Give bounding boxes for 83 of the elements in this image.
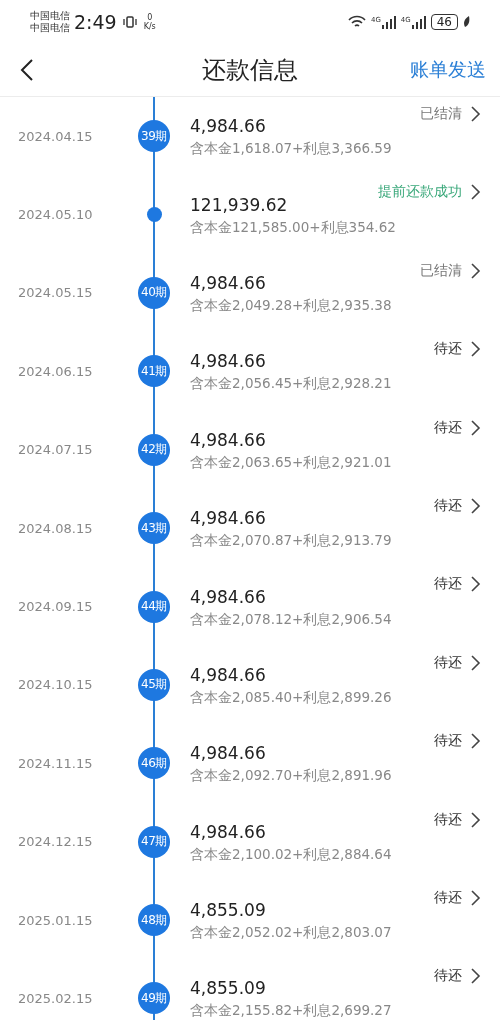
- chevron-icon[interactable]: [470, 732, 482, 751]
- payment-amount: 4,984.66: [190, 585, 266, 609]
- payment-amount: 4,984.66: [190, 350, 266, 374]
- page-title: 还款信息: [201, 55, 299, 86]
- due-date: 2024.04.15: [17, 127, 94, 146]
- payment-status[interactable]: 待还: [434, 496, 462, 515]
- due-date: 2024.05.15: [17, 284, 94, 303]
- due-date: 2024.12.15: [17, 833, 94, 852]
- payment-breakdown: 含本金2,052.02+利息2,803.07: [190, 923, 392, 943]
- payment-breakdown: 含本金2,085.40+利息2,899.26: [190, 687, 392, 707]
- chevron-icon[interactable]: [470, 967, 482, 986]
- payment-status[interactable]: 已结清: [420, 105, 462, 123]
- payment-status[interactable]: 待还: [434, 653, 462, 672]
- payment-status[interactable]: 待还: [434, 340, 462, 359]
- period-badge: 45期: [138, 668, 170, 701]
- chevron-icon[interactable]: [470, 810, 482, 829]
- chevron-icon[interactable]: [470, 340, 482, 359]
- chevron-icon[interactable]: [470, 261, 482, 280]
- due-date: 2024.05.10: [17, 206, 94, 225]
- payment-amount: 4,984.66: [190, 507, 266, 531]
- due-date: 2024.06.15: [17, 362, 94, 381]
- payment-status[interactable]: 待还: [434, 732, 462, 751]
- period-badge: 44期: [138, 590, 170, 623]
- period-badge: 47期: [138, 825, 170, 858]
- speed-unit: K/s: [143, 22, 156, 31]
- payment-amount: 4,984.66: [190, 742, 266, 766]
- payment-status[interactable]: 待还: [434, 418, 462, 437]
- payment-amount: 121,939.62: [190, 193, 288, 217]
- send-bill-link[interactable]: 账单发送: [410, 57, 486, 83]
- due-date: 2024.08.15: [17, 519, 94, 538]
- chevron-icon[interactable]: [470, 105, 482, 123]
- payment-status[interactable]: 待还: [434, 967, 462, 986]
- period-badge: 46期: [138, 747, 170, 780]
- due-date: 2025.01.15: [17, 911, 94, 930]
- battery-level: 46: [430, 14, 458, 30]
- due-date: 2024.10.15: [17, 676, 94, 695]
- payment-status[interactable]: 待还: [434, 575, 462, 594]
- wifi-icon: [347, 15, 366, 29]
- payment-breakdown: 含本金2,070.87+利息2,913.79: [190, 531, 392, 551]
- payment-breakdown: 含本金2,078.12+利息2,906.54: [190, 609, 392, 629]
- chevron-icon[interactable]: [470, 653, 482, 672]
- due-date: 2024.07.15: [17, 441, 94, 460]
- chevron-icon[interactable]: [470, 496, 482, 515]
- payment-amount: 4,855.09: [190, 899, 266, 923]
- vibrate-icon: [121, 15, 138, 29]
- payment-amount: 4,984.66: [190, 663, 266, 687]
- chevron-icon[interactable]: [470, 888, 482, 907]
- period-badge: 39期: [138, 120, 170, 153]
- period-badge: 42期: [138, 433, 170, 466]
- signal-icon: [411, 15, 426, 29]
- carrier-name: 中国电信: [30, 10, 70, 22]
- payment-breakdown: 含本金121,585.00+利息354.62: [190, 217, 396, 237]
- payment-amount: 4,984.66: [190, 115, 266, 139]
- due-date: 2024.09.15: [17, 598, 94, 617]
- period-badge: 49期: [138, 982, 170, 1015]
- payment-amount: 4,855.09: [190, 977, 266, 1001]
- payment-status[interactable]: 待还: [434, 810, 462, 829]
- signal-icon: [381, 15, 396, 29]
- payment-amount: 4,984.66: [190, 820, 266, 844]
- chevron-icon[interactable]: [470, 575, 482, 594]
- payment-breakdown: 含本金2,063.65+利息2,921.01: [190, 452, 392, 472]
- carrier-name: 中国电信: [30, 22, 70, 34]
- payment-breakdown: 含本金1,618.07+利息3,366.59: [190, 139, 392, 159]
- period-badge: 40期: [138, 276, 170, 309]
- payment-breakdown: 含本金2,100.02+利息2,884.64: [190, 844, 392, 864]
- payment-status[interactable]: 已结清: [420, 261, 462, 280]
- payment-breakdown: 含本金2,092.70+利息2,891.96: [190, 766, 392, 786]
- chevron-icon[interactable]: [470, 418, 482, 437]
- clock: 2:49: [74, 11, 117, 33]
- speed-value: 0: [147, 13, 153, 22]
- period-badge: 48期: [138, 904, 170, 937]
- due-date: 2025.02.15: [17, 990, 94, 1008]
- payment-status[interactable]: 待还: [434, 888, 462, 907]
- payment-breakdown: 含本金2,049.28+利息2,935.38: [190, 295, 392, 315]
- period-badge: 43期: [138, 512, 170, 545]
- payment-amount: 4,984.66: [190, 428, 266, 452]
- leaf-icon: [463, 16, 470, 28]
- payment-breakdown: 含本金2,056.45+利息2,928.21: [190, 374, 392, 394]
- payment-amount: 4,984.66: [190, 271, 266, 295]
- chevron-icon[interactable]: [470, 183, 482, 202]
- period-badge: 41期: [138, 355, 170, 388]
- payment-breakdown: 含本金2,155.82+利息2,699.27: [190, 1001, 392, 1020]
- due-date: 2024.11.15: [17, 754, 94, 773]
